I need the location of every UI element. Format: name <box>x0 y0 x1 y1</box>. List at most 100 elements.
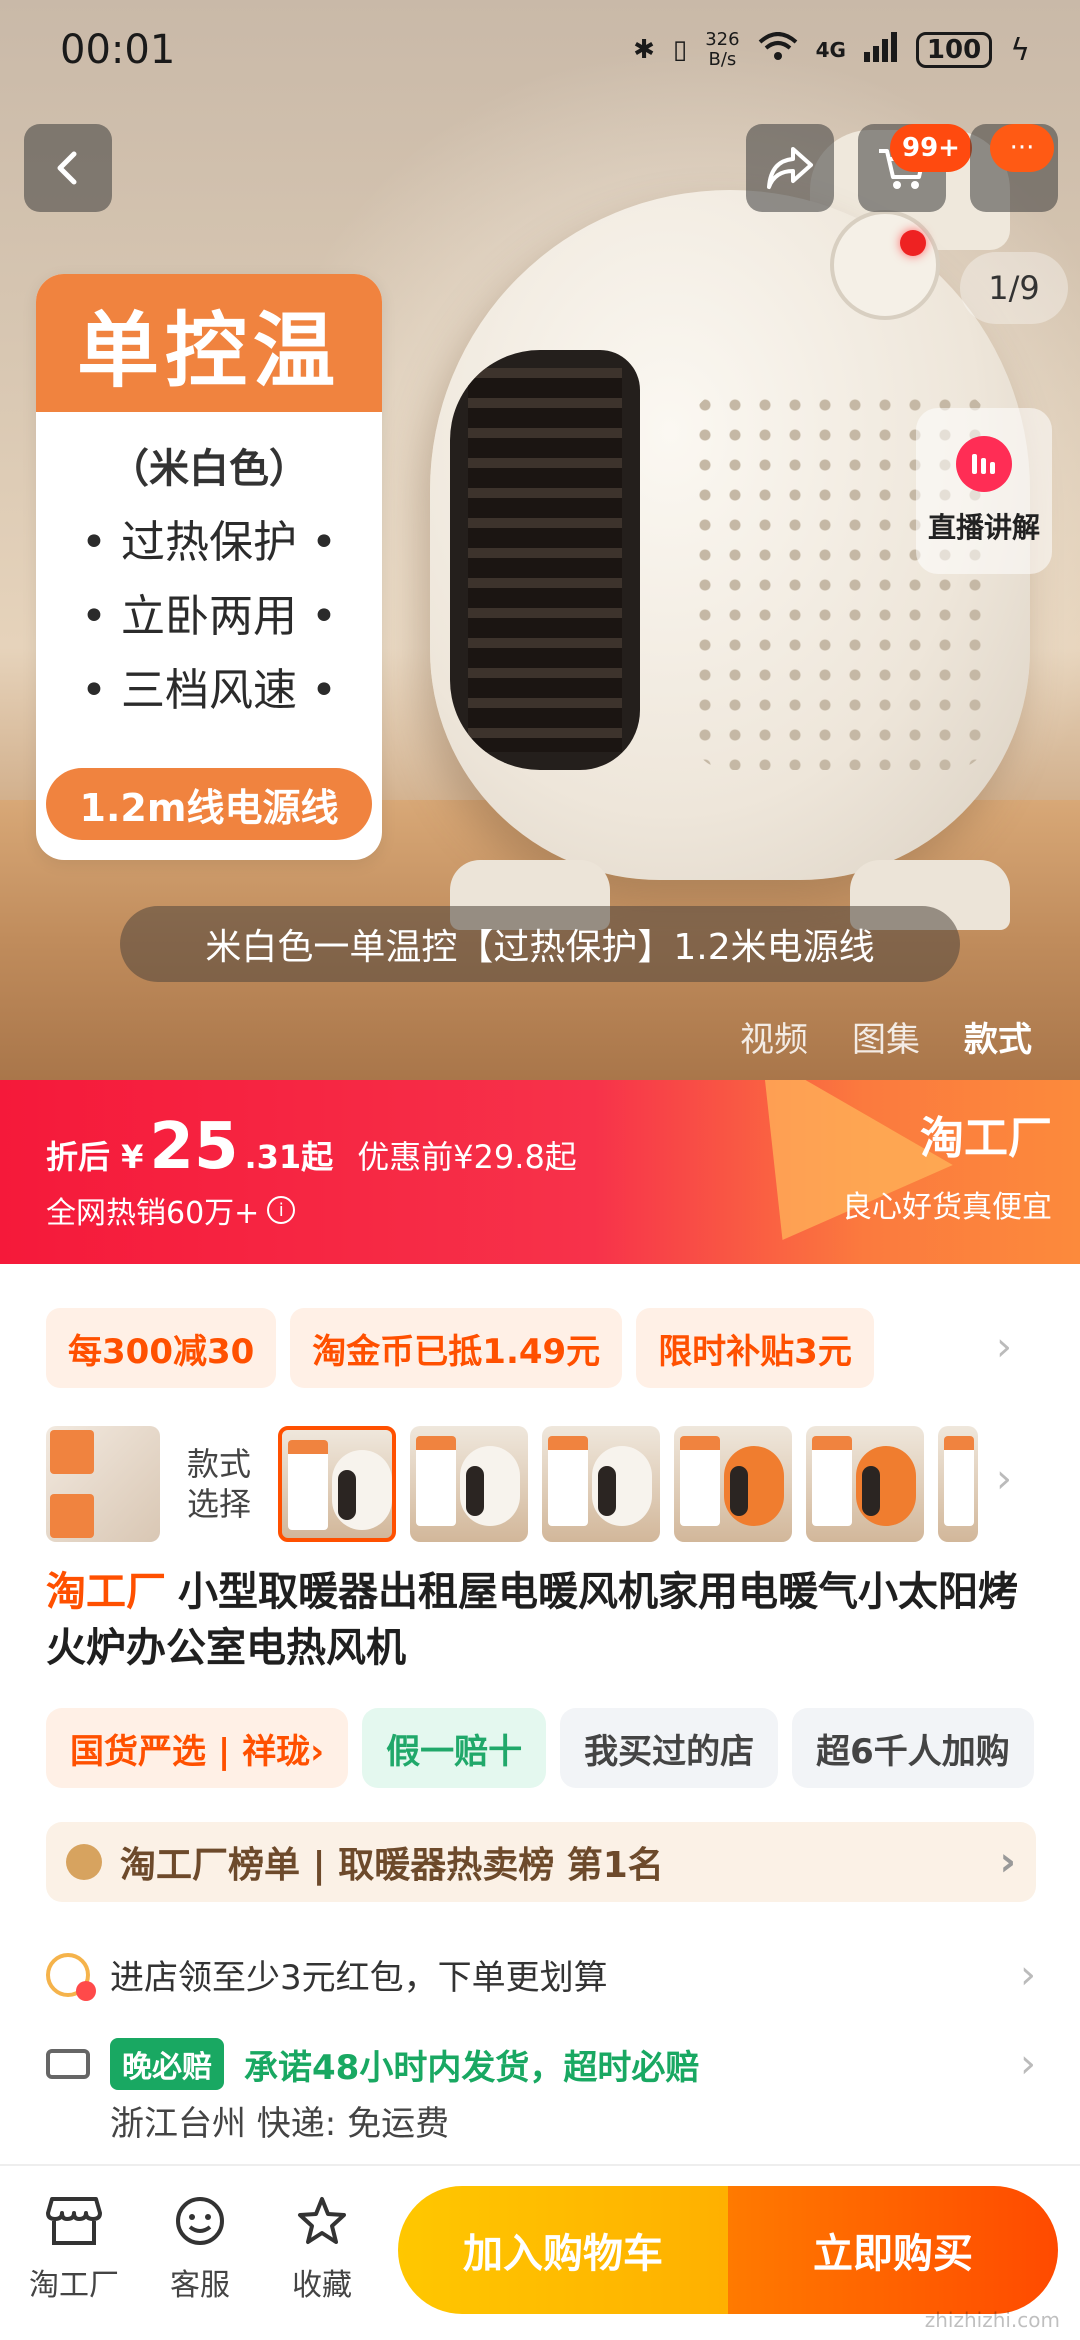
feature-color: （米白色） <box>109 446 309 492</box>
promo-chip[interactable]: 淘金币已抵1.49元 <box>290 1308 623 1388</box>
delivery-chevron-right-icon: › <box>1020 2041 1036 2087</box>
promo-row[interactable]: 每300减30 淘金币已抵1.49元 限时补贴3元 <box>46 1308 874 1388</box>
wifi-icon <box>758 31 798 69</box>
price-line: 折后 ¥ 25 .31起 优惠前¥29.8起 <box>46 1110 577 1184</box>
bluetooth-icon: ✱ <box>633 35 655 65</box>
add-to-cart-button[interactable]: 加入购物车 <box>398 2186 728 2314</box>
feature-list: • 过热保护 • • 立卧两用 • • 三档风速 • <box>36 506 382 728</box>
shop-button[interactable]: 淘工厂 <box>14 2192 134 2304</box>
watermark: zhizhizhi.com <box>924 2308 1060 2332</box>
share-button[interactable] <box>746 124 834 212</box>
product-brand: 淘工厂 <box>46 1569 166 1615</box>
feature-card: 单控温 （米白色） • 过热保护 • • 立卧两用 • • 三档风速 • 1.2… <box>36 274 382 860</box>
promo-chip[interactable]: 每300减30 <box>46 1308 277 1388</box>
favorite-button[interactable]: 收藏 <box>262 2192 382 2304</box>
medal-icon <box>66 1844 102 1880</box>
status-time: 00:01 <box>60 27 176 73</box>
delivery-promise: 承诺48小时内发货，超时必赔 <box>244 2047 700 2088</box>
media-tabs: 视频 图集 款式 <box>740 1012 1032 1061</box>
price-decimal: .31起 <box>244 1138 334 1176</box>
style-thumbnail[interactable] <box>806 1426 924 1542</box>
tag-origin-store[interactable]: 国货严选 | 祥珑› <box>46 1708 349 1788</box>
brand-slogan: 良心好货真便宜 <box>842 1190 1052 1225</box>
service-icon <box>171 2192 229 2250</box>
cta-group: 加入购物车 立即购买 <box>398 2186 1058 2314</box>
service-button[interactable]: 客服 <box>140 2192 260 2304</box>
coupon-line[interactable]: 进店领至少3元红包，下单更划算 › <box>46 1950 1036 2001</box>
favorite-label: 收藏 <box>292 2268 352 2303</box>
delivery-line[interactable]: 晚必赔 承诺48小时内发货，超时必赔 › <box>46 2038 1036 2090</box>
heater-grille <box>450 350 640 770</box>
buy-now-button[interactable]: 立即购买 <box>728 2186 1058 2314</box>
live-bars-icon <box>956 436 1012 492</box>
chevron-left-icon <box>57 151 77 185</box>
style-thumbnail[interactable] <box>938 1426 978 1542</box>
price-prefix: 折后 ¥ <box>46 1138 144 1176</box>
original-price: 优惠前¥29.8起 <box>357 1138 577 1176</box>
coupon-chevron-right-icon: › <box>1020 1951 1036 1998</box>
live-explain-label: 直播讲解 <box>927 511 1040 544</box>
price-banner: 折后 ¥ 25 .31起 优惠前¥29.8起 全网热销60万+ i 淘工厂 良心… <box>0 1080 1080 1264</box>
service-label: 客服 <box>170 2268 230 2303</box>
style-chevron-right-icon[interactable]: › <box>996 1456 1012 1502</box>
feature-cord-label: 1.2m线电源线 <box>46 768 372 840</box>
style-thumbnail[interactable] <box>674 1426 792 1542</box>
style-thumbnail[interactable] <box>410 1426 528 1542</box>
brand-name: 淘工厂 <box>920 1113 1052 1164</box>
late-compensation-badge: 晚必赔 <box>110 2038 224 2090</box>
ranking-chevron-right-icon: › <box>999 1839 1016 1885</box>
ranking-bar[interactable]: 淘工厂榜单 | 取暖器热卖榜 第1名 › <box>46 1822 1036 1902</box>
shipping-info: 浙江台州 快递: 免运费 <box>110 2104 450 2144</box>
more-icon[interactable]: ··· <box>990 124 1054 172</box>
status-icons: ✱ ▯ 326 B/s 4G 100 ϟ <box>633 30 1030 70</box>
product-title-text: 小型取暖器出租屋电暖风机家用电暖气小太阳烤火炉办公室电热风机 <box>46 1569 1018 1671</box>
product-title: 淘工厂 小型取暖器出租屋电暖风机家用电暖气小太阳烤火炉办公室电热风机 <box>46 1564 1036 1676</box>
info-icon[interactable]: i <box>267 1196 296 1224</box>
sold-text: 全网热销60万+ <box>46 1196 260 1231</box>
sold-count: 全网热销60万+ i <box>46 1188 296 1232</box>
heater-indicator-light <box>900 230 926 256</box>
promo-chevron-right-icon[interactable]: › <box>996 1324 1012 1370</box>
share-icon <box>767 147 813 189</box>
red-packet-icon <box>46 1952 96 2001</box>
cart-count-badge: 99+ <box>890 124 972 172</box>
status-bar: 00:01 ✱ ▯ 326 B/s 4G 100 ϟ <box>0 0 1080 100</box>
feature-title: 单控温 <box>36 274 382 412</box>
heater-knob <box>830 210 940 320</box>
tag-cart-count: 超6千人加购 <box>792 1708 1034 1788</box>
style-main-thumbnail[interactable] <box>46 1426 160 1542</box>
battery-indicator: 100 <box>915 32 993 68</box>
signal-icon <box>863 31 898 69</box>
live-explain-button[interactable]: 直播讲解 <box>916 408 1052 574</box>
coupon-text: 进店领至少3元红包，下单更划算 <box>110 1958 608 1998</box>
feature-item: • 三档风速 • <box>81 665 337 716</box>
price-amount: 25 <box>149 1110 239 1184</box>
style-selector[interactable]: 款式 选择 <box>46 1422 1056 1546</box>
shop-label: 淘工厂 <box>29 2268 119 2303</box>
style-thumbnail[interactable] <box>278 1426 396 1542</box>
network-type: 4G <box>815 38 846 62</box>
ranking-text: 淘工厂榜单 | 取暖器热卖榜 第1名 <box>120 1845 664 1886</box>
star-icon <box>293 2192 351 2250</box>
style-thumbnail[interactable] <box>542 1426 660 1542</box>
feature-item: • 立卧两用 • <box>81 591 337 642</box>
charging-icon: ϟ <box>1010 32 1030 68</box>
vibrate-icon: ▯ <box>672 35 688 65</box>
tag-guarantee: 假一赔十 <box>362 1708 547 1788</box>
tag-row: 国货严选 | 祥珑› 假一赔十 我买过的店 超6千人加购 <box>46 1708 1034 1788</box>
product-gallery[interactable]: 00:01 ✱ ▯ 326 B/s 4G 100 ϟ 99+ ··· 1/9 单… <box>0 0 1080 1080</box>
sku-caption: 米白色一单温控【过热保护】1.2米电源线 <box>120 906 960 982</box>
style-label-line: 选择 <box>186 1485 251 1523</box>
back-button[interactable] <box>24 124 112 212</box>
net-speed: 326 B/s <box>705 29 740 70</box>
product-details: 每300减30 淘金币已抵1.49元 限时补贴3元 › 款式 选择 › 淘工厂小… <box>0 1264 1080 2164</box>
shop-icon <box>45 2192 103 2250</box>
feature-item: • 过热保护 • <box>81 517 337 568</box>
tag-purchased-store: 我买过的店 <box>560 1708 779 1788</box>
style-selector-label: 款式 选择 <box>174 1444 264 1524</box>
tab-gallery[interactable]: 图集 <box>852 1012 920 1061</box>
tab-video[interactable]: 视频 <box>740 1012 808 1061</box>
promo-chip[interactable]: 限时补贴3元 <box>636 1308 874 1388</box>
image-page-counter: 1/9 <box>960 252 1068 324</box>
tab-styles[interactable]: 款式 <box>964 1012 1032 1061</box>
